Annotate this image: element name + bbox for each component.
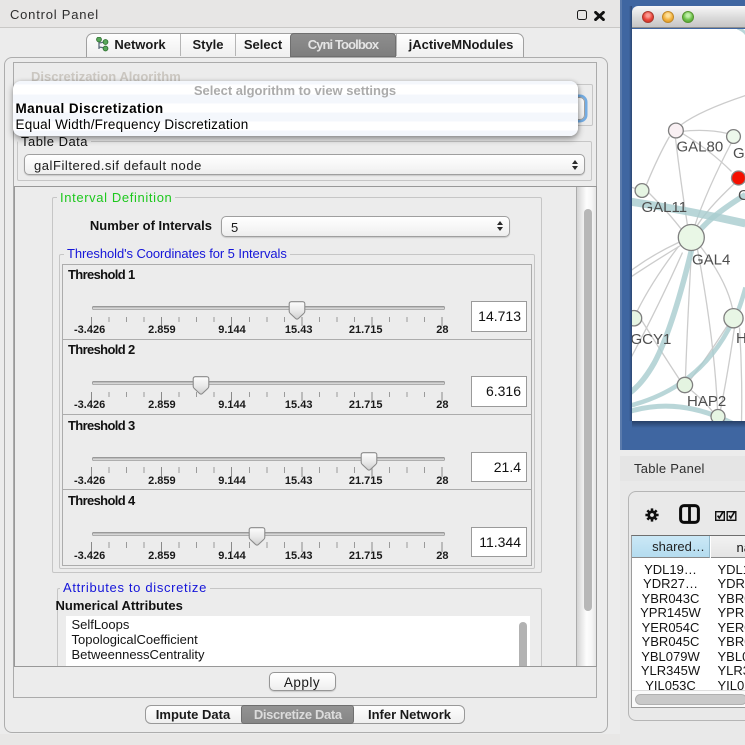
svg-text:GA: GA [733,145,745,162]
svg-text:C: C [738,187,745,204]
svg-text:GAL4: GAL4 [692,251,730,268]
svg-text:GAL80: GAL80 [676,138,723,155]
svg-text:HAP2: HAP2 [687,393,726,410]
svg-text:GCY1: GCY1 [632,331,671,348]
svg-text:H: H [736,330,745,347]
svg-text:GAL11: GAL11 [641,199,687,216]
